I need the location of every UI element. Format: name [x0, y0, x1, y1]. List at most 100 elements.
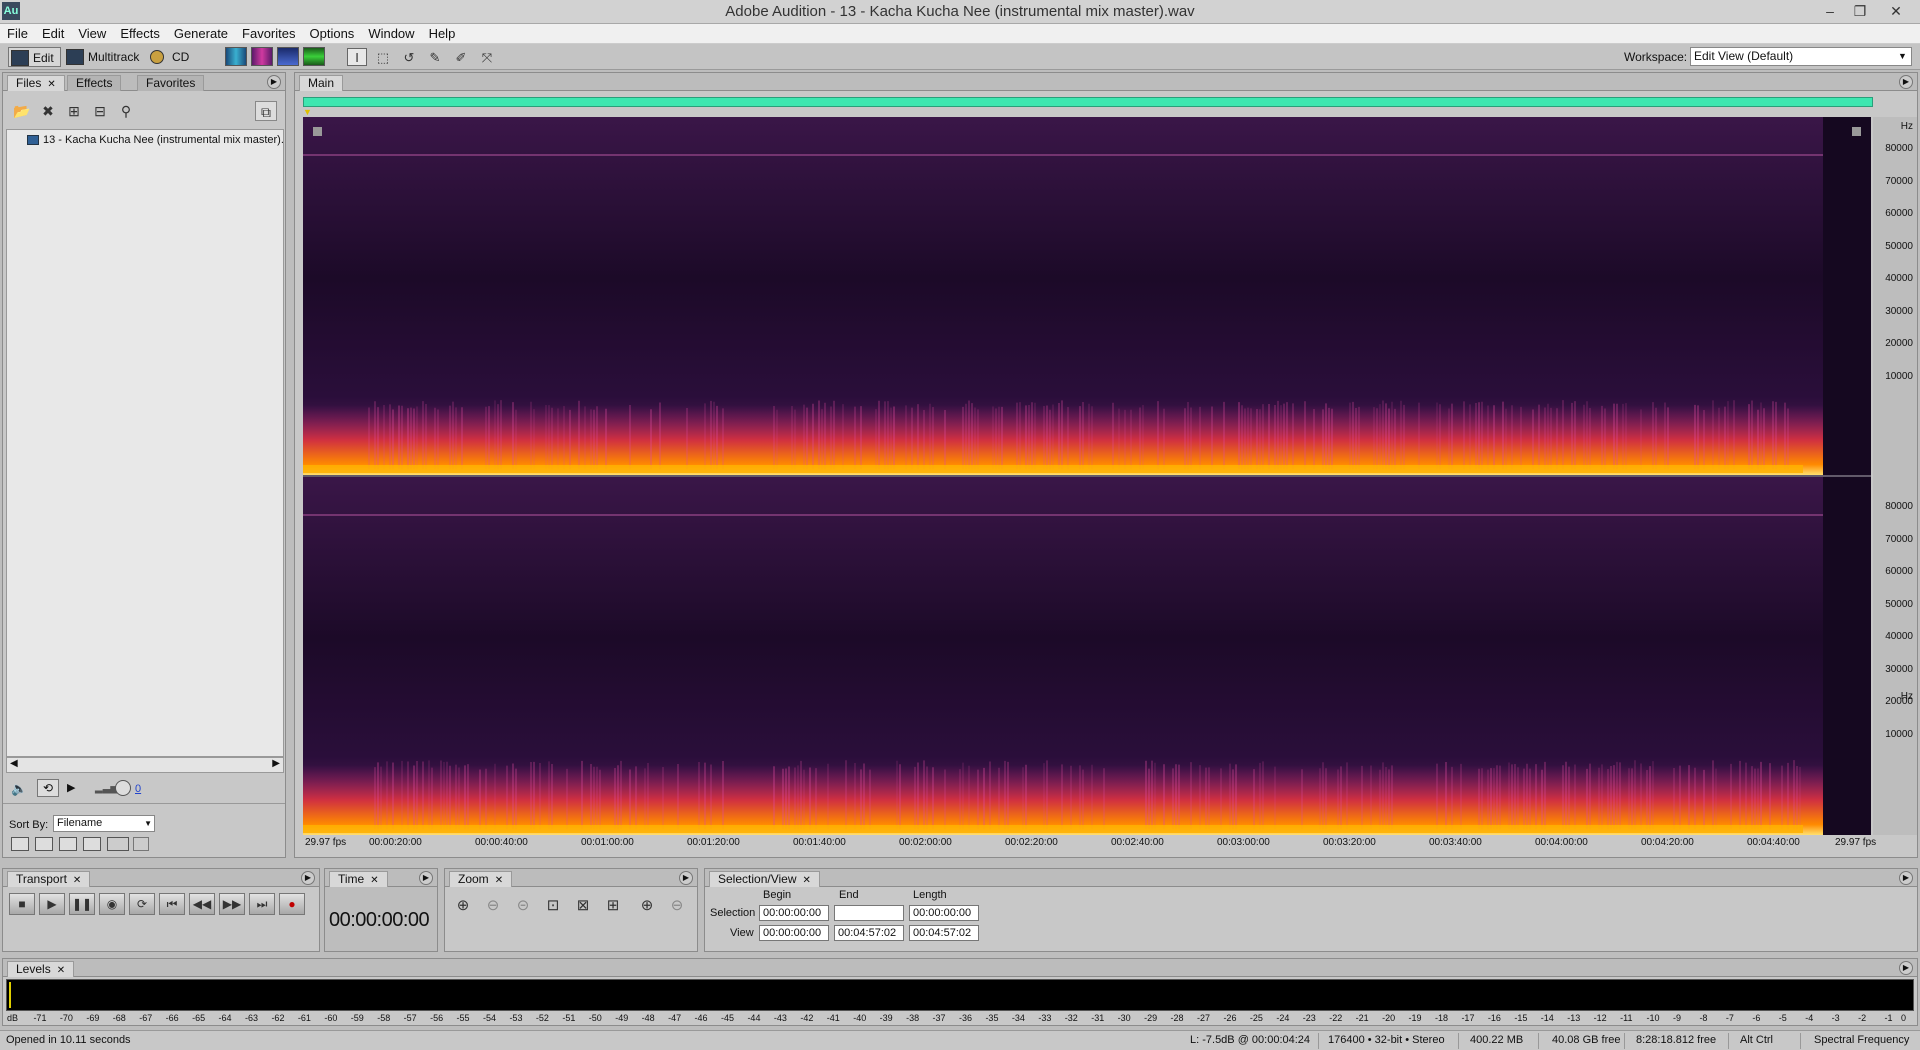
edit-view-button[interactable]: Edit [8, 47, 61, 67]
scroll-right-icon[interactable]: ▶ [272, 758, 280, 769]
tab-favorites[interactable]: Favorites [137, 75, 205, 91]
tab-time[interactable]: Time ✕ [329, 871, 388, 887]
restore-button[interactable]: ❐ [1846, 0, 1874, 22]
zoom-out-full-icon[interactable]: ⊝ [511, 895, 535, 917]
loop-preview-icon[interactable]: ⟲ [37, 779, 59, 797]
scroll-left-icon[interactable]: ◀ [10, 758, 18, 769]
show-options-icon[interactable]: ⧉ [255, 101, 277, 121]
tab-files[interactable]: Files ✕ [7, 75, 65, 91]
zoom-handle-left[interactable] [313, 127, 322, 136]
menu-help[interactable]: Help [422, 24, 463, 44]
close-file-icon[interactable]: ✖ [37, 101, 59, 121]
menu-effects[interactable]: Effects [113, 24, 167, 44]
tab-effects[interactable]: Effects [67, 75, 122, 91]
overview-bar[interactable] [303, 97, 1873, 107]
zoom-out-vertical-icon[interactable]: ⊖ [665, 895, 689, 917]
open-file-icon[interactable]: 📂 [11, 101, 33, 121]
file-list[interactable]: 13 - Kacha Kucha Nee (instrumental mix m… [6, 129, 284, 757]
playhead-marker-icon[interactable]: ▼ [303, 107, 312, 117]
view-length-field[interactable]: 00:04:57:02 [909, 925, 979, 941]
sort-by-select[interactable]: Filename ▼ [53, 815, 155, 832]
spot-healing-brush-tool[interactable]: ✐ [451, 48, 471, 66]
cd-view-button[interactable]: CD [148, 47, 195, 67]
selection-end-field[interactable] [834, 905, 904, 921]
spectral-frequency-display-button[interactable] [251, 47, 273, 66]
file-list-scrollbar[interactable]: ◀ ▶ [6, 757, 284, 773]
tab-levels[interactable]: Levels ✕ [7, 961, 75, 977]
panel-menu-icon[interactable]: ▶ [301, 871, 315, 885]
panel-menu-icon[interactable]: ▶ [679, 871, 693, 885]
panel-menu-icon[interactable]: ▶ [1899, 961, 1913, 975]
show-video-files-icon[interactable] [59, 837, 77, 851]
frequency-ruler[interactable]: Hz 80000 70000 60000 50000 40000 30000 20000 10… [1873, 117, 1917, 835]
level-meter[interactable] [6, 979, 1914, 1011]
marquee-selection-tool[interactable]: ⬚ [373, 48, 393, 66]
go-to-beginning-button[interactable]: ⏮ [159, 893, 185, 915]
close-icon[interactable]: ✕ [73, 875, 81, 886]
close-window-button[interactable]: ✕ [1882, 0, 1910, 22]
close-icon[interactable]: ✕ [370, 875, 378, 886]
record-button[interactable]: ● [279, 893, 305, 915]
auto-play-icon[interactable] [107, 837, 129, 851]
panel-menu-icon[interactable]: ▶ [267, 75, 281, 89]
rewind-button[interactable]: ◀◀ [189, 893, 215, 915]
volume-knob[interactable] [115, 780, 131, 796]
close-icon[interactable]: ✕ [47, 79, 55, 90]
play-from-cursor-button[interactable]: ◉ [99, 893, 125, 915]
fast-forward-button[interactable]: ▶▶ [219, 893, 245, 915]
tab-transport[interactable]: Transport ✕ [7, 871, 91, 887]
stop-button[interactable]: ■ [9, 893, 35, 915]
menu-edit[interactable]: Edit [35, 24, 71, 44]
play-preview-icon[interactable]: ▶ [67, 781, 75, 794]
spectral-display[interactable] [303, 117, 1871, 835]
insert-cd-icon[interactable]: ⊟ [89, 101, 111, 121]
tab-main[interactable]: Main [299, 75, 344, 91]
waveform-display-button[interactable] [225, 47, 247, 66]
go-to-end-button[interactable]: ⏭ [249, 893, 275, 915]
menu-options[interactable]: Options [303, 24, 362, 44]
menu-favorites[interactable]: Favorites [235, 24, 302, 44]
speaker-icon[interactable]: 🔈 [11, 781, 27, 797]
edit-file-icon[interactable]: ⚲ [115, 101, 137, 121]
menu-file[interactable]: File [0, 24, 35, 44]
menu-generate[interactable]: Generate [167, 24, 235, 44]
panel-menu-icon[interactable]: ▶ [1899, 75, 1913, 89]
spectral-phase-display-button[interactable] [303, 47, 325, 66]
selection-length-field[interactable]: 00:00:00:00 [909, 905, 979, 921]
view-end-field[interactable]: 00:04:57:02 [834, 925, 904, 941]
list-item[interactable]: 13 - Kacha Kucha Nee (instrumental mix m… [27, 134, 283, 146]
tab-zoom[interactable]: Zoom ✕ [449, 871, 513, 887]
zoom-out-horizontal-icon[interactable]: ⊖ [481, 895, 505, 917]
spectral-pan-display-button[interactable] [277, 47, 299, 66]
show-loop-files-icon[interactable] [35, 837, 53, 851]
loop-play-button[interactable]: ⟳ [129, 893, 155, 915]
panel-menu-icon[interactable]: ▶ [1899, 871, 1913, 885]
workspace-select[interactable]: Edit View (Default) ▼ [1690, 47, 1912, 66]
effects-paintbrush-tool[interactable]: ✎ [425, 48, 445, 66]
zoom-in-vertical-icon[interactable]: ⊕ [635, 895, 659, 917]
show-midi-files-icon[interactable] [83, 837, 101, 851]
close-icon[interactable]: ✕ [803, 875, 811, 886]
selection-begin-field[interactable]: 00:00:00:00 [759, 905, 829, 921]
close-icon[interactable]: ✕ [57, 965, 65, 976]
play-button[interactable]: ▶ [39, 893, 65, 915]
zoom-handle-right[interactable] [1852, 127, 1861, 136]
tab-selection-view[interactable]: Selection/View ✕ [709, 871, 820, 887]
time-selection-tool[interactable]: I [347, 48, 367, 66]
panel-menu-icon[interactable]: ▶ [419, 871, 433, 885]
close-icon[interactable]: ✕ [495, 875, 503, 886]
pause-button[interactable]: ❚❚ [69, 893, 95, 915]
menu-view[interactable]: View [71, 24, 113, 44]
zoom-to-left-edge-icon[interactable]: ⊠ [571, 895, 595, 917]
multitrack-view-button[interactable]: Multitrack [64, 47, 145, 67]
insert-multitrack-icon[interactable]: ⊞ [63, 101, 85, 121]
zoom-to-right-edge-icon[interactable]: ⊞ [601, 895, 625, 917]
zoom-to-selection-icon[interactable]: ⊡ [541, 895, 565, 917]
minimize-button[interactable]: – [1816, 0, 1844, 22]
view-begin-field[interactable]: 00:00:00:00 [759, 925, 829, 941]
menu-window[interactable]: Window [361, 24, 421, 44]
full-path-icon[interactable] [133, 837, 149, 851]
time-display[interactable]: 00:00:00:00 [329, 909, 430, 932]
scrub-tool[interactable]: ⤧ [477, 48, 497, 66]
lasso-selection-tool[interactable]: ↺ [399, 48, 419, 66]
